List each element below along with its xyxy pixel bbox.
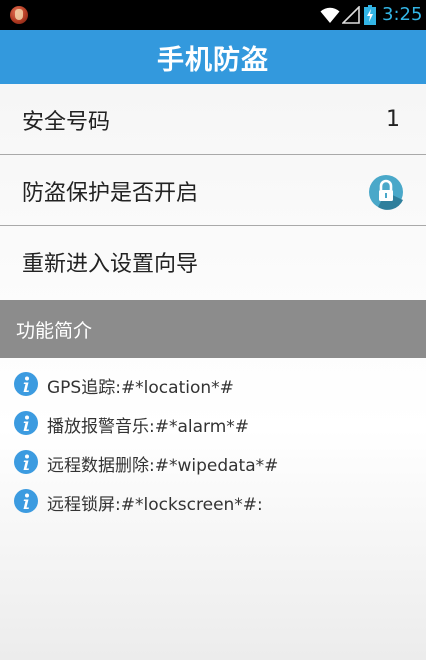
intro-item-text: GPS追踪:#*location*# bbox=[47, 378, 234, 398]
intro-header: 功能简介 bbox=[0, 300, 426, 358]
signal-icon bbox=[342, 6, 360, 24]
safe-number-row[interactable]: 安全号码 1 bbox=[0, 85, 426, 155]
info-icon bbox=[14, 411, 38, 435]
intro-item-text: 远程锁屏:#*lockscreen*#: bbox=[47, 495, 263, 515]
battery-charging-icon bbox=[364, 5, 376, 25]
notification-app-icon bbox=[10, 6, 28, 24]
protection-label: 防盗保护是否开启 bbox=[22, 180, 199, 206]
page-title: 手机防盗 bbox=[157, 44, 269, 76]
info-icon bbox=[14, 372, 38, 396]
intro-item-text: 远程数据删除:#*wipedata*# bbox=[47, 456, 279, 476]
reenter-wizard-label: 重新进入设置向导 bbox=[22, 252, 199, 277]
info-icon bbox=[14, 489, 38, 513]
safe-number-value: 1 bbox=[386, 107, 400, 132]
wifi-icon bbox=[320, 7, 340, 23]
safe-number-label: 安全号码 bbox=[22, 109, 111, 135]
status-bar: 3:25 bbox=[0, 0, 426, 30]
info-icon bbox=[14, 450, 38, 474]
intro-item: 播放报警音乐:#*alarm*# bbox=[0, 408, 426, 438]
title-bar: 手机防盗 bbox=[0, 30, 426, 84]
protection-row[interactable]: 防盗保护是否开启 bbox=[0, 156, 426, 226]
intro-header-title: 功能简介 bbox=[16, 320, 93, 342]
intro-item: 远程数据删除:#*wipedata*# bbox=[0, 447, 426, 477]
intro-item: 远程锁屏:#*lockscreen*#: bbox=[0, 486, 426, 516]
status-time: 3:25 bbox=[382, 4, 423, 25]
reenter-wizard-row[interactable]: 重新进入设置向导 bbox=[0, 227, 426, 297]
lock-icon[interactable] bbox=[368, 174, 404, 210]
intro-item: GPS追踪:#*location*# bbox=[0, 369, 426, 399]
main-content: 安全号码 1 防盗保护是否开启 重新进入设置向导 功能简介 GPS追踪:#*lo… bbox=[0, 84, 426, 660]
intro-item-text: 播放报警音乐:#*alarm*# bbox=[47, 417, 250, 437]
